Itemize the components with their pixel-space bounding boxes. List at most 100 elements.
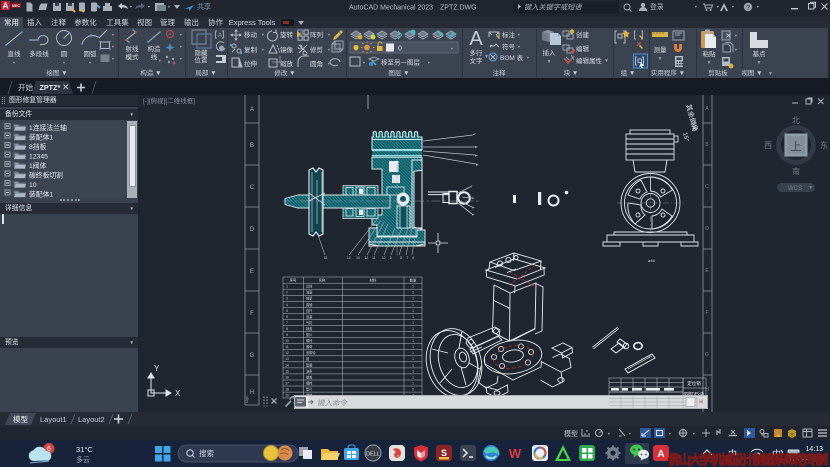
- svg-text:14: 14: [285, 363, 289, 367]
- svg-text:南: 南: [792, 166, 800, 176]
- svg-text:13: 13: [285, 357, 289, 361]
- svg-text:15°: 15°: [681, 132, 689, 143]
- svg-text:曲轴: 曲轴: [306, 302, 312, 307]
- svg-text:复制: 复制: [244, 45, 258, 54]
- svg-text:移至另一图层: 移至另一图层: [381, 58, 421, 67]
- svg-text:定位销: 定位销: [687, 380, 701, 387]
- svg-text:北: 北: [792, 116, 800, 125]
- svg-text:1: 1: [412, 309, 414, 313]
- svg-text:▼: ▼: [88, 61, 92, 65]
- svg-text:11: 11: [285, 345, 289, 349]
- svg-text:A: A: [3, 2, 9, 11]
- svg-text:▼: ▼: [111, 57, 115, 61]
- svg-text:31°C: 31°C: [76, 445, 93, 454]
- svg-text:螺栓: 螺栓: [306, 338, 313, 343]
- svg-text:A: A: [250, 107, 254, 113]
- svg-text:Y: Y: [154, 364, 160, 373]
- svg-text:阵列: 阵列: [310, 30, 323, 39]
- svg-text:1: 1: [412, 285, 414, 289]
- svg-text:1: 1: [412, 351, 414, 355]
- svg-text:注释: 注释: [493, 68, 507, 77]
- svg-text:▼: ▼: [427, 61, 431, 65]
- svg-text:▼: ▼: [179, 45, 183, 49]
- svg-text:▼: ▼: [547, 59, 552, 65]
- svg-text:18: 18: [285, 388, 289, 392]
- svg-text:视图 ▼: 视图 ▼: [741, 68, 762, 77]
- svg-text:▼: ▼: [62, 61, 66, 65]
- svg-text:创建: 创建: [576, 30, 590, 39]
- svg-text:2: 2: [412, 388, 414, 392]
- svg-text:13: 13: [356, 256, 360, 260]
- svg-text:12345: 12345: [29, 154, 48, 161]
- svg-text:剪贴板: 剪贴板: [708, 68, 728, 77]
- svg-text:线: 线: [151, 52, 158, 61]
- svg-text:D: D: [250, 227, 255, 233]
- svg-text:螺母: 螺母: [306, 344, 312, 349]
- svg-text:▼: ▼: [604, 58, 609, 64]
- svg-text:▼: ▼: [111, 33, 115, 37]
- svg-text:1: 1: [286, 285, 288, 289]
- svg-text:1: 1: [412, 327, 414, 331]
- svg-text:实用程序 ▼: 实用程序 ▼: [651, 68, 685, 77]
- svg-text:▼: ▼: [707, 60, 712, 66]
- svg-text:▼: ▼: [12, 61, 16, 65]
- svg-text:装配体1: 装配体1: [29, 190, 53, 199]
- svg-text:多段线: 多段线: [29, 49, 49, 58]
- svg-text:WCS: WCS: [788, 186, 802, 192]
- svg-text:编辑: 编辑: [576, 44, 590, 53]
- svg-text:构造: 构造: [148, 44, 162, 53]
- svg-text:14: 14: [347, 256, 351, 260]
- svg-text:1: 1: [412, 315, 414, 319]
- svg-text:6: 6: [412, 256, 414, 260]
- svg-text:S: S: [441, 448, 447, 458]
- svg-text:1连接法兰轴: 1连接法兰轴: [29, 123, 67, 132]
- svg-text:模型: 模型: [564, 429, 578, 438]
- svg-text:C: C: [250, 185, 255, 191]
- svg-text:8挡板: 8挡板: [29, 142, 47, 151]
- svg-text:测量: 测量: [654, 46, 668, 54]
- svg-text:D: D: [705, 226, 709, 232]
- svg-text:▼: ▼: [484, 54, 489, 60]
- svg-text:▼: ▼: [261, 33, 265, 37]
- svg-text:旋转: 旋转: [280, 30, 294, 39]
- svg-text:1阀体: 1阀体: [29, 161, 47, 170]
- svg-text:A: A: [657, 449, 664, 460]
- svg-text:键入关键字或短语: 键入关键字或短语: [524, 3, 583, 12]
- svg-text:皮带轮: 皮带轮: [306, 350, 316, 355]
- svg-text:▼: ▼: [450, 47, 454, 51]
- svg-text:8: 8: [286, 327, 288, 331]
- svg-text:1: 1: [412, 291, 414, 295]
- svg-text:圆弧: 圆弧: [84, 49, 98, 58]
- svg-text:油条: 油条: [306, 368, 313, 373]
- svg-text:组 ▼: 组 ▼: [621, 68, 636, 77]
- svg-text:▼: ▼: [517, 45, 521, 49]
- svg-text:油塞: 油塞: [306, 290, 313, 295]
- svg-text:上: 上: [791, 140, 802, 153]
- svg-text:1: 1: [412, 297, 414, 301]
- svg-text:数量: 数量: [410, 278, 417, 283]
- svg-text:绘图 ▼: 绘图 ▼: [46, 68, 67, 77]
- svg-text:局部 ▼: 局部 ▼: [195, 68, 216, 77]
- svg-text:B: B: [250, 143, 254, 149]
- svg-text:▼: ▼: [327, 33, 331, 37]
- svg-text:名称: 名称: [319, 278, 326, 283]
- svg-text:1: 1: [412, 363, 414, 367]
- svg-text:C: C: [705, 184, 709, 190]
- svg-text:1: 1: [412, 357, 414, 361]
- svg-text:缺盖: 缺盖: [306, 326, 313, 331]
- svg-text:▼: ▼: [517, 33, 521, 37]
- svg-text:19: 19: [285, 394, 289, 398]
- svg-text:E: E: [250, 269, 254, 275]
- svg-text:▼: ▼: [757, 60, 762, 66]
- svg-text:17: 17: [285, 381, 289, 385]
- svg-text:西: 西: [764, 141, 772, 150]
- svg-text:G: G: [705, 352, 709, 358]
- svg-text:⌀46: ⌀46: [648, 258, 656, 263]
- svg-text:MEC: MEC: [12, 4, 20, 8]
- svg-text:1: 1: [412, 321, 414, 325]
- svg-text:修剪: 修剪: [310, 45, 324, 54]
- svg-text:佛山大学机械设计制造系师范专制: 佛山大学机械设计制造系师范专制: [667, 452, 828, 467]
- svg-text:1: 1: [412, 339, 414, 343]
- svg-text:ZPTZ*: ZPTZ*: [40, 83, 61, 92]
- svg-text:12: 12: [365, 256, 369, 260]
